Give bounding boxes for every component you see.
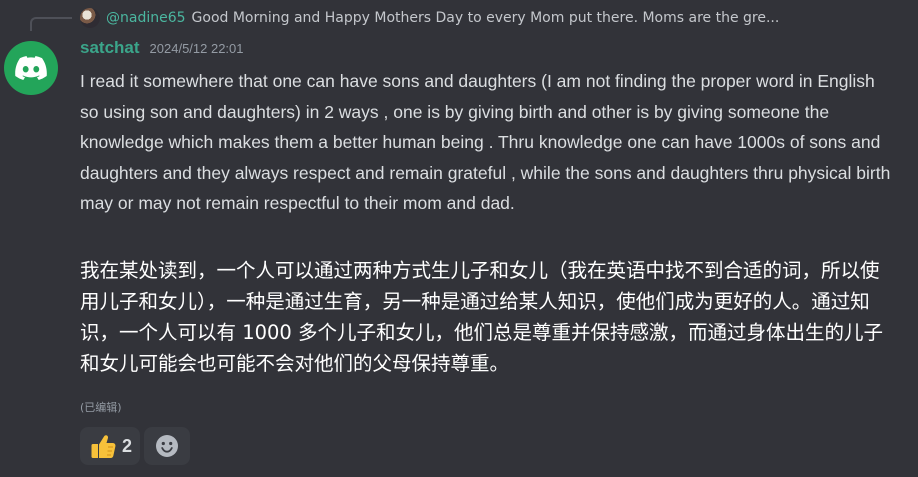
add-reaction-button[interactable] (144, 427, 191, 465)
message-translation: 我在某处读到，一个人可以通过两种方式生儿子和女儿（我在英语中找不到合适的词，所以… (80, 259, 884, 375)
reply-connector (30, 17, 72, 31)
reply-preview-text[interactable]: Good Morning and Happy Mothers Day to ev… (192, 10, 910, 26)
message-timestamp[interactable]: 2024/5/12 22:01 (150, 41, 244, 56)
reaction-thumbs-up[interactable]: 2 (80, 427, 141, 465)
chat-message: @nadine65 Good Morning and Happy Mothers… (0, 0, 918, 477)
thumbs-up-icon (91, 435, 116, 458)
reply-reference[interactable]: @nadine65 Good Morning and Happy Mothers… (80, 7, 910, 29)
reactions-bar: 2 (80, 427, 191, 465)
avatar[interactable] (4, 41, 58, 95)
reaction-count: 2 (122, 435, 133, 456)
smiley-icon (156, 435, 179, 457)
message-header: satchat 2024/5/12 22:01 (80, 38, 244, 66)
author-name[interactable]: satchat (80, 38, 140, 58)
edited-label: (已编辑) (80, 401, 122, 414)
message-content: I read it somewhere that one can have so… (80, 71, 891, 213)
reply-author-name[interactable]: @nadine65 (106, 10, 186, 26)
reply-author-avatar[interactable] (80, 8, 100, 28)
discord-logo-icon (15, 56, 47, 80)
